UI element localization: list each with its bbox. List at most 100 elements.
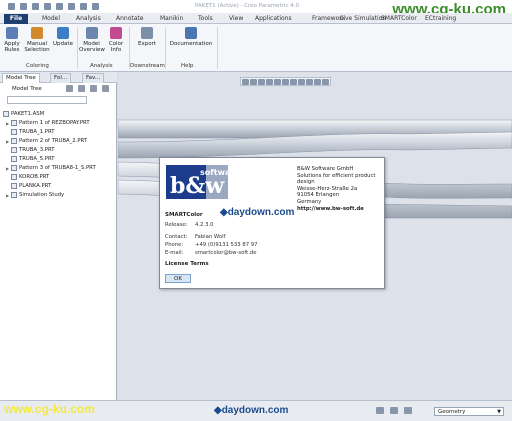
datum-display-icon[interactable] xyxy=(298,79,305,85)
daydown-watermark-bottom-text: daydown.com xyxy=(221,405,289,416)
ribbon-tabs: File Model Analysis Annotate Manikin Too… xyxy=(0,13,512,24)
daydown-watermark-bottom: ◆daydown.com xyxy=(214,405,289,416)
tree-item-label: KOROB.PRT xyxy=(19,174,50,180)
repaint-icon[interactable] xyxy=(266,79,273,85)
model-overview-label: Model Overview xyxy=(79,41,105,53)
model-overview-button[interactable]: Model Overview xyxy=(79,27,105,53)
tab-folder-browser[interactable]: Fol... xyxy=(50,73,72,83)
model-tree-title: Model Tree xyxy=(12,86,42,92)
company-name: B&W Software GmbH xyxy=(297,166,354,172)
undo-icon[interactable] xyxy=(44,3,51,10)
tree-item[interactable]: TRUBA_3.PRT xyxy=(11,146,54,154)
pause-icon[interactable] xyxy=(322,79,329,85)
tree-item[interactable]: ▶ Pattern 1 of REZBOPAY.PRT xyxy=(6,119,90,127)
update-icon xyxy=(57,27,69,39)
tab-favorites[interactable]: Fav... xyxy=(82,73,105,83)
tab-ectraining[interactable]: ECtraining xyxy=(425,15,456,22)
watermark-bottom: www.cg-ku.com xyxy=(4,402,95,416)
tab-smartcolor[interactable]: SMARTColor xyxy=(381,15,417,22)
tab-manikin[interactable]: Manikin xyxy=(160,15,183,22)
tree-item-label: PAKET1.ASM xyxy=(11,111,45,117)
select-box-icon[interactable] xyxy=(390,407,398,414)
manual-selection-icon xyxy=(31,27,43,39)
group-separator xyxy=(77,27,78,69)
model-tree-header: Model Tree xyxy=(0,85,117,94)
license-terms-link[interactable]: License Terms xyxy=(165,261,209,267)
open-icon[interactable] xyxy=(20,3,27,10)
company-street: Weisse-Herz-Straße 2a xyxy=(297,185,358,192)
find-icon[interactable] xyxy=(376,407,384,414)
part-icon xyxy=(11,183,17,189)
zoom-in-icon[interactable] xyxy=(250,79,257,85)
documentation-label: Documentation xyxy=(169,41,213,47)
selection-info-icon[interactable] xyxy=(404,407,412,414)
update-label: Update xyxy=(53,41,73,47)
documentation-button[interactable]: Documentation xyxy=(168,27,214,47)
tree-item[interactable]: TRUBA_1.PRT xyxy=(11,128,54,136)
tree-item[interactable]: PLANKA.PRT xyxy=(11,182,51,190)
tree-item[interactable]: ▶ Pattern 3 of TRUBA8-1_S.PRT xyxy=(6,164,96,172)
tree-columns-icon[interactable] xyxy=(90,85,97,92)
phone-value: +49 (0)9131 533 87 97 xyxy=(195,242,258,248)
apply-rules-icon xyxy=(6,27,18,39)
tree-item[interactable]: ▶ Pattern 2 of TRUBA_2.PRT xyxy=(6,137,87,145)
apply-rules-label: Apply Rules xyxy=(4,41,20,53)
export-button[interactable]: Export xyxy=(134,27,160,47)
view-manager-icon[interactable] xyxy=(290,79,297,85)
manual-selection-button[interactable]: Manual Selection xyxy=(24,27,50,53)
tab-applications[interactable]: Applications xyxy=(255,15,292,22)
tree-filter-icon[interactable] xyxy=(66,85,73,92)
release-row: Release: 4.2.3.0 xyxy=(165,222,214,228)
tree-settings-icon[interactable] xyxy=(78,85,85,92)
tab-model[interactable]: Model xyxy=(42,15,60,22)
about-dialog: b&w software B&W Software GmbH Solutions… xyxy=(159,157,385,289)
windows-icon[interactable] xyxy=(80,3,87,10)
tab-live-simulation[interactable]: Live Simulation xyxy=(340,15,386,22)
display-style-icon[interactable] xyxy=(274,79,281,85)
daydown-watermark: ◆daydown.com xyxy=(220,207,295,218)
company-url-link[interactable]: http://www.bw-soft.de xyxy=(297,206,384,213)
refit-icon[interactable] xyxy=(242,79,249,85)
ok-button[interactable]: OK xyxy=(165,274,191,283)
tab-tools[interactable]: Tools xyxy=(198,15,213,22)
tree-item-label: Pattern 3 of TRUBA8-1_S.PRT xyxy=(19,165,96,171)
regenerate-icon[interactable] xyxy=(68,3,75,10)
tree-item[interactable]: TRUBA_5.PRT xyxy=(11,155,54,163)
color-info-button[interactable]: Color Info xyxy=(106,27,126,53)
annotation-display-icon[interactable] xyxy=(306,79,313,85)
chevron-down-icon: ▼ xyxy=(497,409,501,415)
tab-model-tree[interactable]: Model Tree xyxy=(2,73,40,83)
release-value: 4.2.3.0 xyxy=(195,222,214,228)
tab-annotate[interactable]: Annotate xyxy=(116,15,143,22)
tab-analysis[interactable]: Analysis xyxy=(76,15,101,22)
window-title: PAKET1 (Active) - Creo Parametric 4.0 xyxy=(195,3,299,9)
tree-show-icon[interactable] xyxy=(102,85,109,92)
company-city: 91054 Erlangen xyxy=(297,192,340,199)
company-info: B&W Software GmbH Solutions for efficien… xyxy=(297,166,384,212)
tree-item[interactable]: ▶ Simulation Study xyxy=(6,191,64,199)
tree-item[interactable]: PAKET1.ASM xyxy=(3,110,44,118)
email-link[interactable]: smartcolor@bw-soft.de xyxy=(195,250,257,256)
save-icon[interactable] xyxy=(32,3,39,10)
tree-item-label: Simulation Study xyxy=(19,192,65,198)
bw-software-logo: b&w software xyxy=(166,165,228,199)
model-tree-search-input[interactable] xyxy=(7,96,87,104)
close-window-icon[interactable] xyxy=(92,3,99,10)
ribbon: Apply Rules Manual Selection Update Mode… xyxy=(0,24,512,72)
new-icon[interactable] xyxy=(8,3,15,10)
documentation-icon xyxy=(185,27,197,39)
tab-file[interactable]: File xyxy=(4,14,28,24)
spin-center-icon[interactable] xyxy=(314,79,321,85)
view-toolbar xyxy=(240,77,331,86)
selection-filter-select[interactable]: Geometry ▼ xyxy=(434,407,504,416)
tree-item-label: Pattern 1 of REZBOPAY.PRT xyxy=(19,120,90,126)
pattern-icon xyxy=(11,165,17,171)
apply-rules-button[interactable]: Apply Rules xyxy=(3,27,21,53)
redo-icon[interactable] xyxy=(56,3,63,10)
color-info-icon xyxy=(110,27,122,39)
update-button[interactable]: Update xyxy=(52,27,74,47)
saved-orientations-icon[interactable] xyxy=(282,79,289,85)
zoom-out-icon[interactable] xyxy=(258,79,265,85)
tree-item[interactable]: KOROB.PRT xyxy=(11,173,49,181)
tab-view[interactable]: View xyxy=(229,15,243,22)
